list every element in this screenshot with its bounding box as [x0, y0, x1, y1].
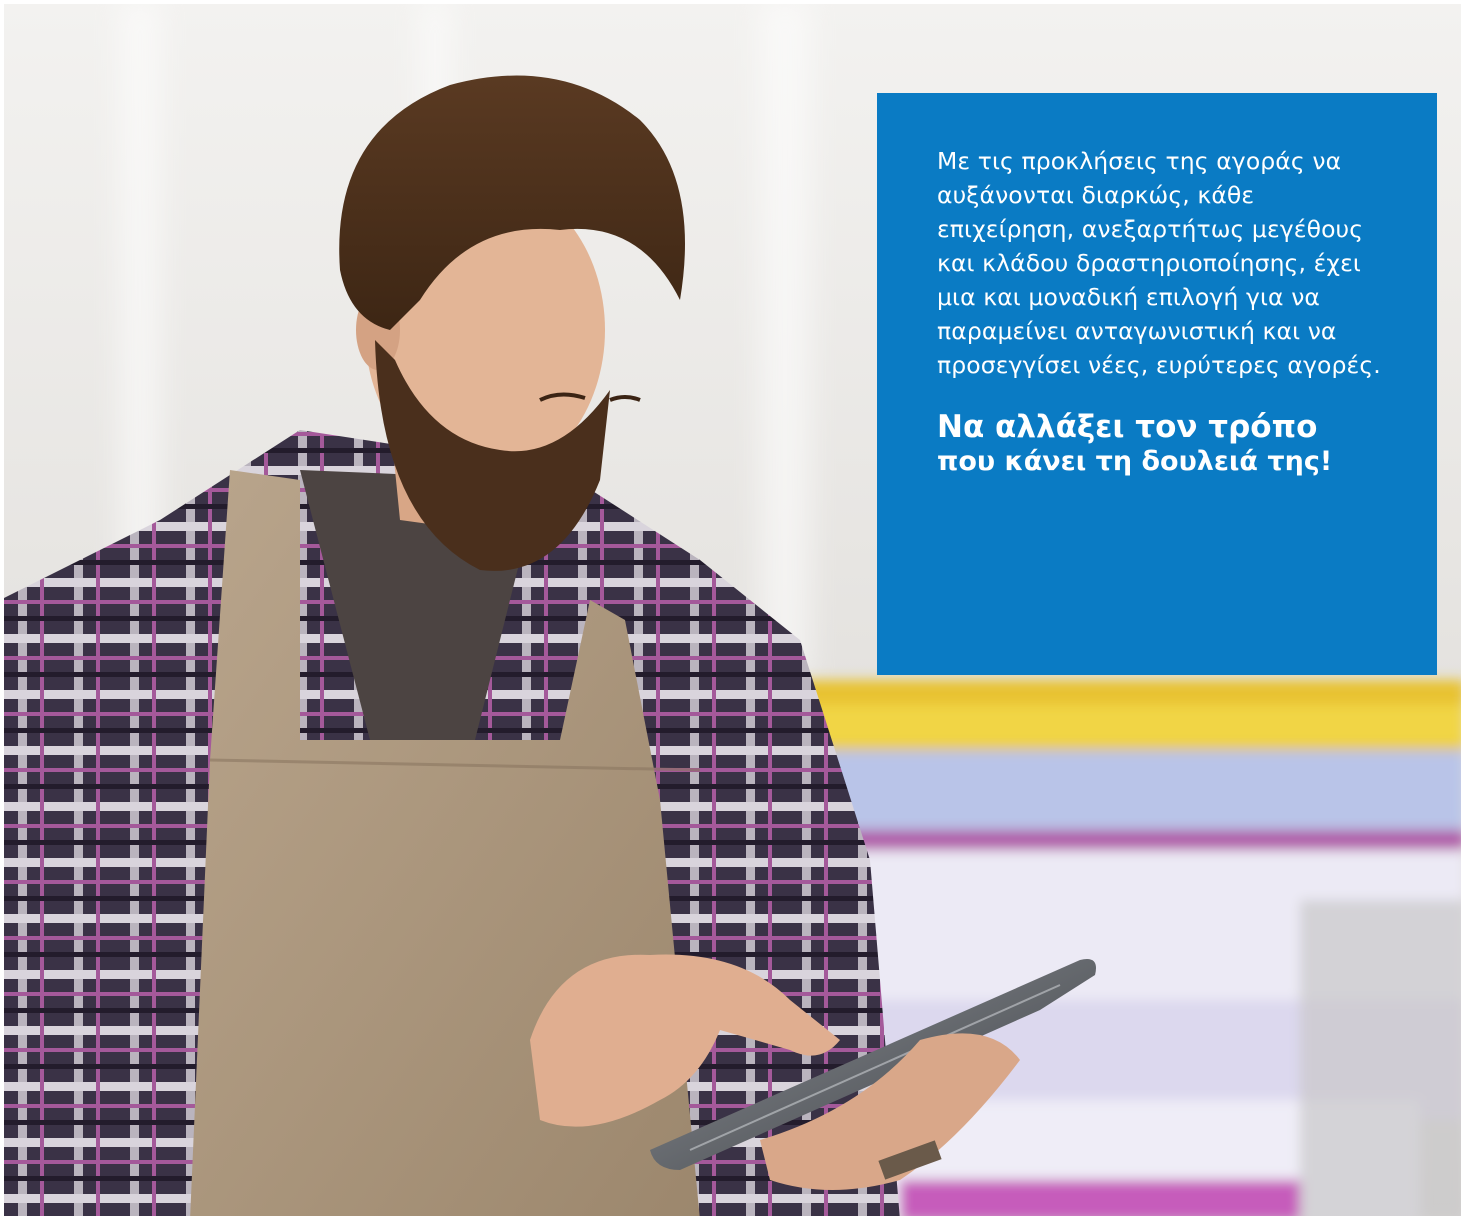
message-card: Με τις προκλήσεις της αγοράς να αυξάνοντ… — [877, 93, 1437, 675]
card-body-text: Με τις προκλήσεις της αγοράς να αυξάνοντ… — [937, 147, 1381, 379]
headline-line-2: που κάνει τη δουλειά της! — [937, 446, 1333, 477]
headline-line-1: Να αλλάξει τον τρόπο — [937, 409, 1318, 445]
card-headline: Να αλλάξει τον τρόπο που κάνει τη δουλει… — [937, 409, 1397, 479]
hero-banner: Με τις προκλήσεις της αγοράς να αυξάνοντ… — [0, 0, 1465, 1220]
